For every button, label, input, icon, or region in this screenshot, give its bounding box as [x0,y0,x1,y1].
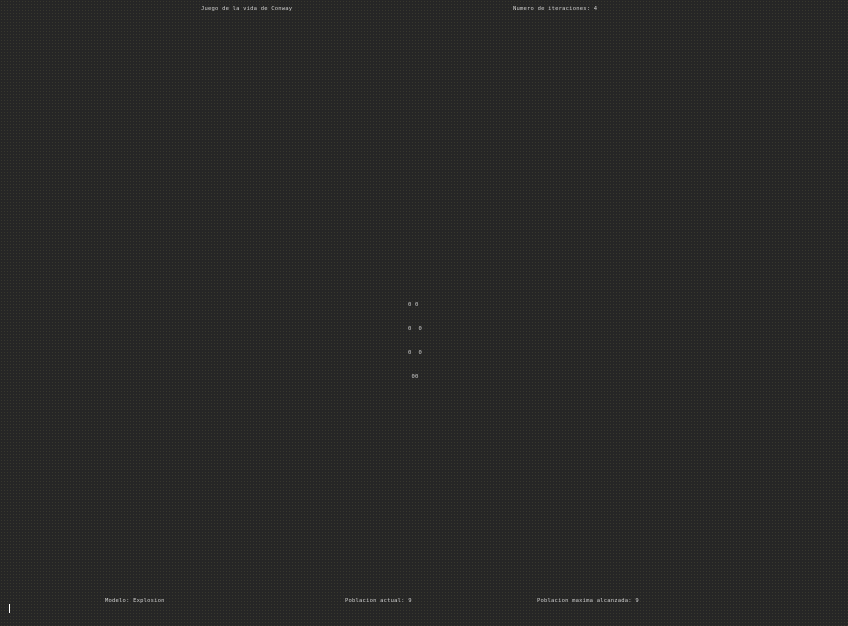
board-row: 00 [408,374,419,380]
max-population: Poblacion maxima alcanzada: 9 [537,598,639,604]
board-row: 0 0 [408,302,419,308]
iteration-counter: Numero de iteraciones: 4 [513,6,598,12]
board-row: 0 0 [408,326,423,332]
life-board: 0 0 0 0 0 0 00 [408,285,422,389]
current-population: Poblacion actual: 9 [345,598,412,604]
board-row: 0 0 [408,350,423,356]
model-label: Modelo: Explosion [105,598,165,604]
app-title: Juego de la vida de Conway [201,6,293,12]
text-cursor [9,604,10,613]
